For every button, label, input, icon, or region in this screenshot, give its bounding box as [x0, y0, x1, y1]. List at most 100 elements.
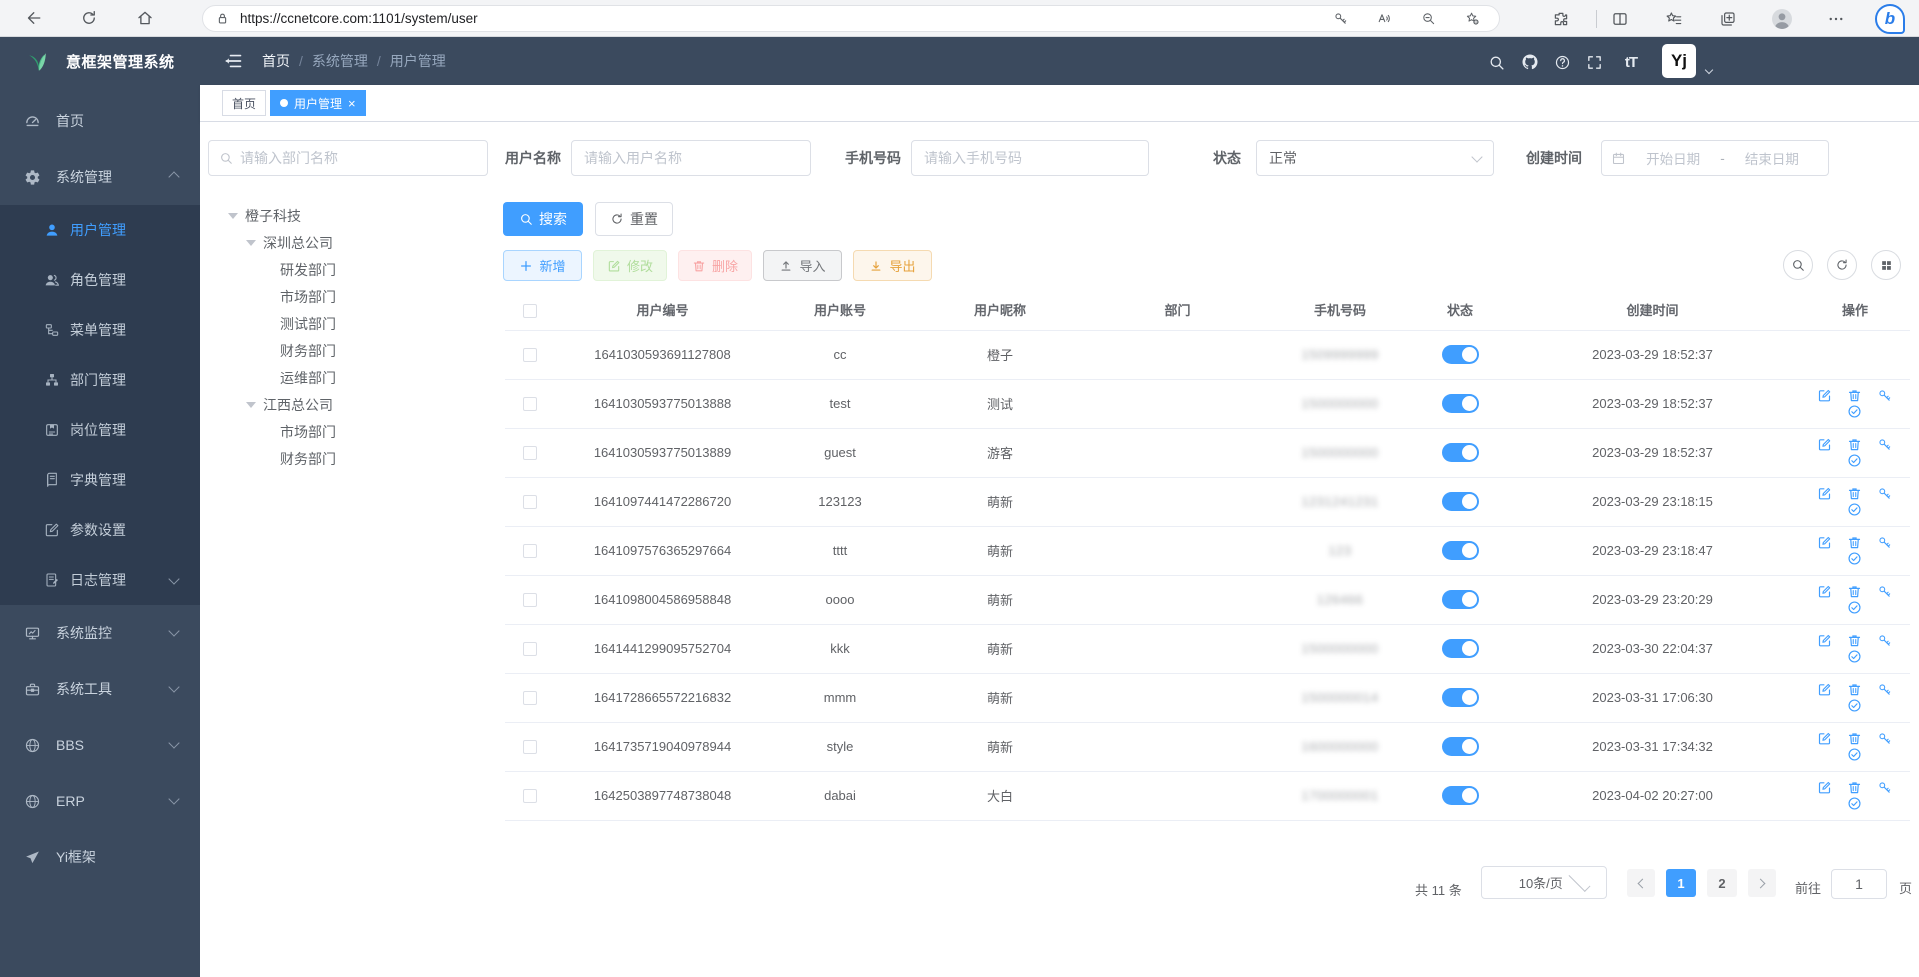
assign-role-icon[interactable]	[1847, 649, 1863, 665]
url-text[interactable]: https://ccnetcore.com:1101/system/user	[240, 11, 1325, 26]
sidebar-item-posts[interactable]: 岗位管理	[0, 405, 200, 455]
breadcrumb-system[interactable]: 系统管理	[312, 51, 368, 71]
row-checkbox[interactable]	[523, 495, 537, 509]
reset-password-icon[interactable]	[1877, 437, 1893, 453]
browser-home-icon[interactable]	[128, 3, 162, 33]
edit-user-icon[interactable]	[1817, 584, 1833, 600]
delete-user-icon[interactable]	[1847, 780, 1863, 796]
edit-user-icon[interactable]	[1817, 535, 1833, 551]
tab-user-management[interactable]: 用户管理 ×	[270, 90, 366, 116]
tree-node[interactable]: 江西总公司	[200, 391, 500, 418]
search-button[interactable]: 搜索	[503, 202, 583, 236]
tree-node[interactable]: 财务部门	[200, 445, 500, 472]
edit-user-icon[interactable]	[1817, 780, 1833, 796]
assign-role-icon[interactable]	[1847, 404, 1863, 420]
help-icon[interactable]	[1550, 50, 1574, 74]
row-checkbox[interactable]	[523, 397, 537, 411]
browser-menu-icon[interactable]	[1821, 4, 1851, 34]
username-input[interactable]	[571, 140, 811, 176]
tab-home[interactable]: 首页	[222, 90, 266, 116]
reset-password-icon[interactable]	[1877, 633, 1893, 649]
date-start-placeholder[interactable]: 开始日期	[1626, 148, 1720, 168]
tree-node[interactable]: 橙子科技	[200, 202, 500, 229]
password-key-icon[interactable]	[1325, 7, 1355, 31]
row-checkbox[interactable]	[523, 348, 537, 362]
font-size-icon[interactable]: tT	[1619, 50, 1643, 74]
tree-node-label[interactable]: 财务部门	[280, 449, 336, 469]
assign-role-icon[interactable]	[1847, 796, 1863, 812]
browser-profile-avatar[interactable]	[1767, 4, 1797, 34]
sidebar-item-departments[interactable]: 部门管理	[0, 355, 200, 405]
app-logo[interactable]: 意框架管理系统	[0, 37, 200, 85]
reset-password-icon[interactable]	[1877, 682, 1893, 698]
tree-node[interactable]: 测试部门	[200, 310, 500, 337]
assign-role-icon[interactable]	[1847, 502, 1863, 518]
status-toggle[interactable]	[1442, 639, 1479, 658]
tree-node[interactable]: 市场部门	[200, 283, 500, 310]
sidebar-item-roles[interactable]: 角色管理	[0, 255, 200, 305]
sidebar-item-dictionary[interactable]: 字典管理	[0, 455, 200, 505]
reset-password-icon[interactable]	[1877, 535, 1893, 551]
tree-node-label[interactable]: 运维部门	[280, 368, 336, 388]
close-tab-icon[interactable]: ×	[348, 97, 356, 110]
page-size-select[interactable]: 10条/页	[1481, 866, 1607, 899]
delete-user-icon[interactable]	[1847, 437, 1863, 453]
tree-node[interactable]: 财务部门	[200, 337, 500, 364]
status-toggle[interactable]	[1442, 345, 1479, 364]
tree-caret-icon[interactable]	[246, 240, 256, 246]
extensions-icon[interactable]	[1546, 4, 1576, 34]
assign-role-icon[interactable]	[1847, 453, 1863, 469]
row-checkbox[interactable]	[523, 544, 537, 558]
date-end-placeholder[interactable]: 结束日期	[1725, 148, 1819, 168]
edit-user-icon[interactable]	[1817, 437, 1833, 453]
tree-node[interactable]: 深圳总公司	[200, 229, 500, 256]
reset-password-icon[interactable]	[1877, 486, 1893, 502]
tree-node[interactable]: 运维部门	[200, 364, 500, 391]
reset-password-icon[interactable]	[1877, 584, 1893, 600]
delete-user-icon[interactable]	[1847, 682, 1863, 698]
phone-input[interactable]	[911, 140, 1149, 176]
page-button-2[interactable]: 2	[1707, 869, 1737, 897]
goto-page-input[interactable]	[1831, 869, 1887, 899]
edit-user-icon[interactable]	[1817, 388, 1833, 404]
status-toggle[interactable]	[1442, 443, 1479, 462]
collapse-menu-icon[interactable]	[220, 48, 246, 74]
date-range-picker[interactable]: 开始日期 - 结束日期	[1601, 140, 1829, 176]
status-toggle[interactable]	[1442, 590, 1479, 609]
row-checkbox[interactable]	[523, 642, 537, 656]
row-checkbox[interactable]	[523, 593, 537, 607]
sidebar-item-bbs[interactable]: BBS	[0, 717, 200, 773]
status-toggle[interactable]	[1442, 492, 1479, 511]
reset-button[interactable]: 重置	[595, 202, 673, 236]
status-toggle[interactable]	[1442, 737, 1479, 756]
next-page-button[interactable]	[1748, 869, 1776, 897]
collections-icon[interactable]	[1713, 4, 1743, 34]
status-toggle[interactable]	[1442, 786, 1479, 805]
tree-caret-icon[interactable]	[228, 213, 238, 219]
delete-user-icon[interactable]	[1847, 633, 1863, 649]
sidebar-item-menus[interactable]: 菜单管理	[0, 305, 200, 355]
edit-user-icon[interactable]	[1817, 486, 1833, 502]
fullscreen-icon[interactable]	[1582, 50, 1606, 74]
import-button[interactable]: 导入	[763, 250, 842, 281]
add-button[interactable]: 新增	[503, 250, 582, 281]
breadcrumb-home[interactable]: 首页	[262, 51, 290, 71]
github-icon[interactable]	[1518, 50, 1542, 74]
sidebar-item-monitor[interactable]: 系统监控	[0, 605, 200, 661]
toggle-search-icon[interactable]	[1783, 250, 1813, 280]
sidebar-item-system[interactable]: 系统管理	[0, 149, 200, 205]
export-button[interactable]: 导出	[853, 250, 932, 281]
tree-node[interactable]: 市场部门	[200, 418, 500, 445]
browser-back-icon[interactable]	[16, 3, 50, 33]
row-checkbox[interactable]	[523, 740, 537, 754]
assign-role-icon[interactable]	[1847, 698, 1863, 714]
status-select[interactable]: 正常	[1256, 140, 1494, 176]
delete-user-icon[interactable]	[1847, 584, 1863, 600]
tree-caret-icon[interactable]	[246, 402, 256, 408]
sidebar-item-erp[interactable]: ERP	[0, 773, 200, 829]
row-checkbox[interactable]	[523, 691, 537, 705]
select-all-checkbox[interactable]	[523, 304, 537, 318]
browser-refresh-icon[interactable]	[72, 3, 106, 33]
sidebar-item-logs[interactable]: 日志管理	[0, 555, 200, 605]
tree-node-label[interactable]: 橙子科技	[245, 206, 301, 226]
